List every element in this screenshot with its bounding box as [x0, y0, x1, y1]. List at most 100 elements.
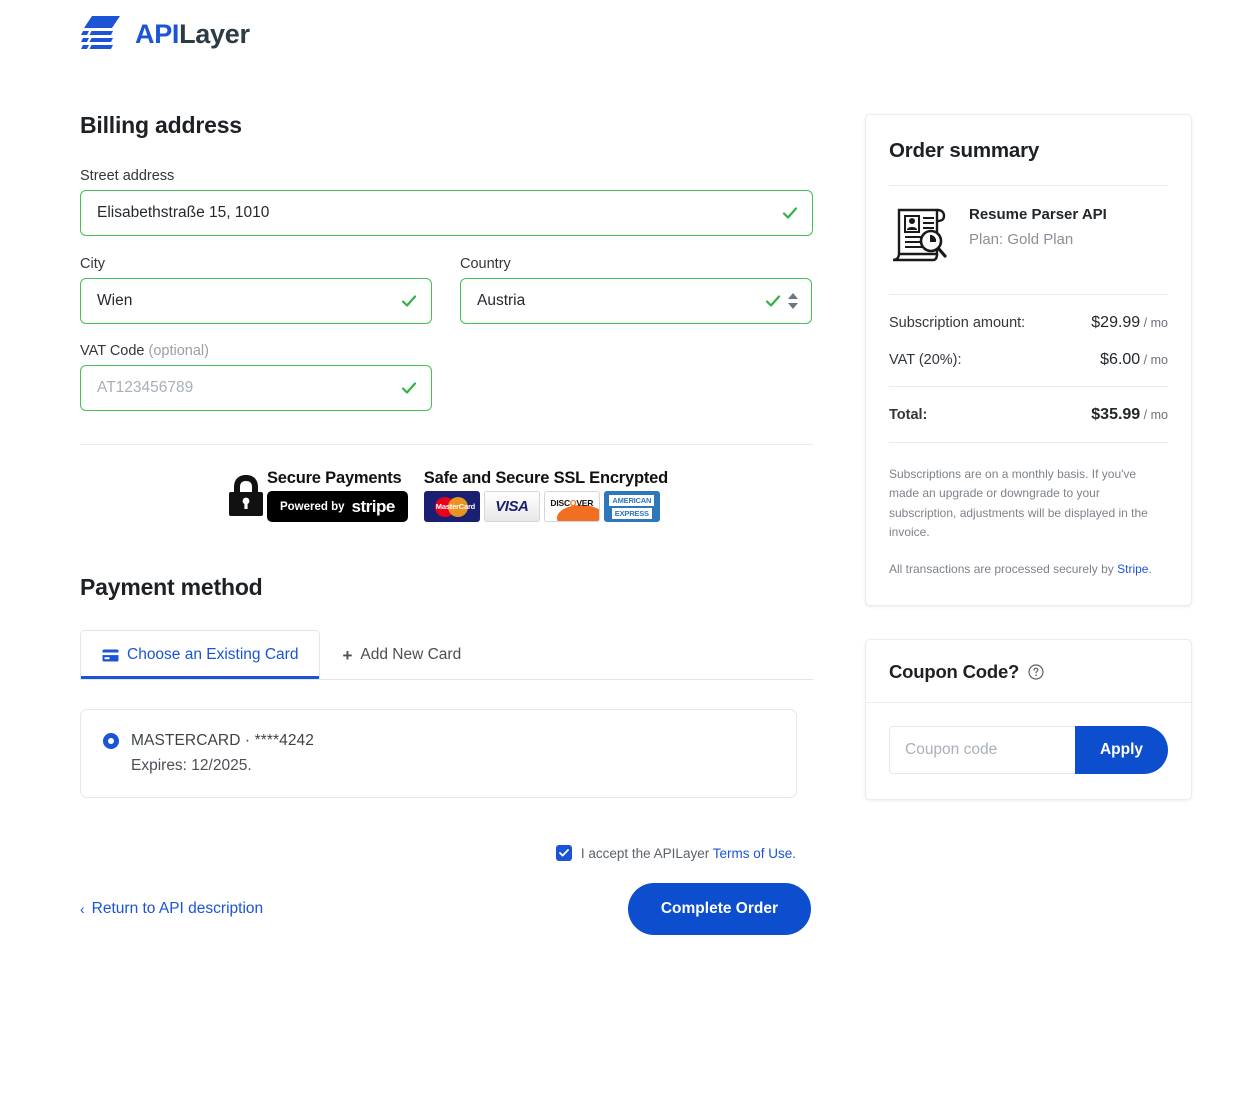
- amex-logo-icon: AMERICAN EXPRESS: [603, 491, 660, 522]
- street-address-value: Elisabethstraße 15, 1010: [97, 204, 270, 221]
- accepted-cards-row: MasterCard VISA DISCOVER AMERICAN EXPRES…: [423, 491, 668, 522]
- price-row-vat: VAT (20%): $6.00 / mo: [889, 351, 1168, 369]
- mastercard-logo-icon: MasterCard: [423, 491, 480, 522]
- valid-check-icon: [782, 207, 798, 219]
- city-input[interactable]: Wien: [80, 278, 432, 324]
- street-address-field: Street address Elisabethstraße 15, 1010: [80, 168, 813, 236]
- logo-api-text: API: [135, 18, 180, 49]
- vat-code-optional-text: (optional): [148, 343, 209, 359]
- saved-card-name: MASTERCARD · ****4242: [131, 732, 314, 749]
- stripe-badge: Powered by stripe: [266, 491, 408, 522]
- coupon-panel: Coupon Code? Apply: [865, 639, 1192, 801]
- payment-method-tabs: Choose an Existing Card + Add New Card: [80, 630, 813, 680]
- stripe-fineprint-suffix: .: [1148, 561, 1152, 576]
- vat-code-input[interactable]: AT123456789: [80, 365, 432, 411]
- valid-check-icon: [401, 382, 417, 394]
- terms-checkbox[interactable]: [555, 845, 572, 861]
- street-address-input[interactable]: Elisabethstraße 15, 1010: [80, 190, 813, 236]
- select-stepper-icon[interactable]: [787, 292, 799, 310]
- powered-by-text: Powered by: [279, 500, 345, 513]
- apilayer-logo[interactable]: APILayer: [80, 14, 250, 54]
- complete-order-button[interactable]: Complete Order: [627, 883, 811, 935]
- vat-label: VAT (20%):: [889, 352, 962, 368]
- city-label: City: [80, 256, 105, 272]
- vat-code-field: VAT Code (optional) AT123456789: [80, 343, 432, 411]
- total-amount-period: / mo: [1140, 408, 1168, 422]
- terms-text: I accept the APILayer Terms of Use.: [581, 846, 796, 861]
- tab-choose-existing-card-label: Choose an Existing Card: [127, 646, 299, 663]
- card-radio-selected[interactable]: [103, 733, 119, 749]
- vat-amount-number: $6.00: [1100, 351, 1141, 368]
- terms-of-use-link[interactable]: Terms of Use.: [713, 846, 796, 861]
- summary-product-plan: Plan: Gold Plan: [969, 231, 1074, 248]
- layers-icon: [81, 16, 120, 49]
- amex-label-line2: EXPRESS: [611, 507, 652, 519]
- logo-wordmark: APILayer: [135, 18, 250, 49]
- vat-amount-period: / mo: [1140, 353, 1168, 367]
- order-summary-heading: Order summary: [889, 139, 1040, 162]
- coupon-title: Coupon Code?: [889, 661, 1020, 683]
- tab-add-new-card-label: Add New Card: [360, 646, 462, 663]
- street-address-label: Street address: [80, 168, 175, 184]
- stripe-fineprint: All transactions are processed securely …: [889, 560, 1168, 579]
- city-value: Wien: [97, 292, 133, 309]
- amex-label-line1: AMERICAN: [609, 494, 655, 506]
- secure-payments-badge: Secure Payments Powered by stripe: [266, 469, 408, 522]
- terms-row: I accept the APILayer Terms of Use.: [80, 845, 813, 861]
- country-select[interactable]: Austria: [460, 278, 812, 324]
- country-field: Country Austria: [460, 256, 812, 324]
- stripe-link[interactable]: Stripe: [1117, 562, 1148, 576]
- credit-card-icon: [102, 649, 119, 661]
- vat-value: $6.00 / mo: [1100, 351, 1168, 369]
- billing-address-heading: Billing address: [80, 112, 242, 138]
- form-divider: [80, 444, 813, 445]
- summary-product-row: Resume Parser API Plan: Gold Plan: [889, 206, 1168, 264]
- visa-label: VISA: [495, 498, 529, 515]
- discover-label-b: VER: [576, 498, 594, 508]
- saved-card-expiry: Expires: 12/2025.: [131, 757, 252, 774]
- valid-check-icon: [765, 295, 781, 307]
- discover-logo-icon: DISCOVER: [543, 491, 600, 522]
- total-amount-number: $35.99: [1091, 406, 1141, 423]
- summary-product-name: Resume Parser API: [969, 206, 1107, 223]
- checkmark-icon: [558, 849, 569, 857]
- stripe-fineprint-prefix: All transactions are processed securely …: [889, 561, 1118, 576]
- coupon-code-input[interactable]: [889, 726, 1075, 775]
- chevron-left-icon: ‹: [80, 901, 85, 917]
- subscription-amount-period: / mo: [1140, 316, 1168, 330]
- vat-code-label: VAT Code (optional): [80, 343, 432, 359]
- saved-card-option[interactable]: MASTERCARD · ****4242 Expires: 12/2025.: [80, 709, 797, 798]
- country-label: Country: [460, 256, 511, 272]
- order-summary-panel: Order summary Resume Parser API Plan: Go…: [865, 114, 1192, 607]
- vat-code-placeholder: AT123456789: [97, 379, 194, 396]
- secure-payments-text: Secure Payments: [266, 469, 402, 487]
- coupon-body: Apply: [866, 703, 1191, 799]
- apply-coupon-button[interactable]: Apply: [1074, 726, 1168, 775]
- resume-document-icon: [892, 208, 947, 262]
- lock-badge: [225, 469, 267, 522]
- tab-add-new-card[interactable]: + Add New Card: [320, 630, 483, 679]
- trust-badges: Secure Payments Powered by stripe Safe a…: [80, 469, 813, 522]
- help-question-icon[interactable]: [1028, 664, 1044, 680]
- tab-choose-existing-card[interactable]: Choose an Existing Card: [80, 630, 321, 679]
- subscription-amount-label: Subscription amount:: [889, 315, 1026, 331]
- mastercard-label: MasterCard: [435, 501, 476, 511]
- discover-label-a: DISC: [550, 498, 570, 508]
- visa-logo-icon: VISA: [483, 491, 540, 522]
- stripe-wordmark: stripe: [351, 496, 396, 516]
- subscription-amount-value: $29.99 / mo: [1091, 314, 1168, 332]
- fineprint-divider: [889, 442, 1168, 443]
- subscription-amount-number: $29.99: [1091, 314, 1141, 331]
- subscription-fineprint: Subscriptions are on a monthly basis. If…: [889, 467, 1148, 540]
- lock-icon: [228, 475, 263, 516]
- terms-prefix: I accept the APILayer: [580, 845, 713, 861]
- country-value: Austria: [477, 292, 526, 309]
- price-row-total: Total: $35.99 / mo: [889, 406, 1168, 424]
- ssl-text: Safe and Secure SSL Encrypted: [423, 469, 669, 487]
- logo-layer-text: Layer: [179, 18, 250, 49]
- city-field: City Wien: [80, 256, 432, 324]
- return-to-api-description-link[interactable]: ‹ Return to API description: [80, 900, 263, 918]
- total-divider: [889, 386, 1168, 387]
- coupon-header: Coupon Code?: [866, 640, 1191, 704]
- ssl-badge: Safe and Secure SSL Encrypted MasterCard…: [423, 469, 669, 522]
